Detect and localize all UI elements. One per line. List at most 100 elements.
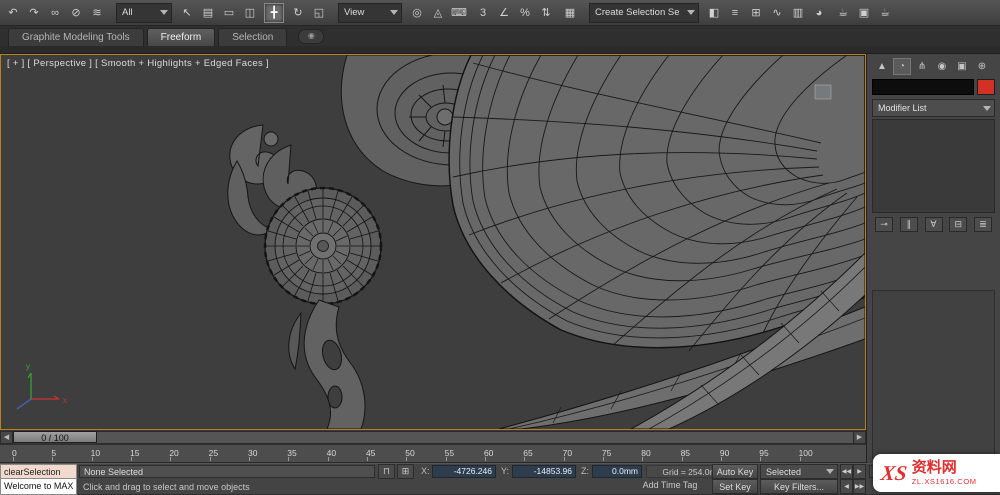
snap-toggle-3d-icon[interactable]: 3 (473, 3, 493, 23)
ribbon-minimize-icon[interactable]: ◉ (298, 29, 324, 44)
maxscript-listener-line[interactable]: Welcome to MAX (0, 479, 77, 495)
configure-modifier-sets-button[interactable]: ≣ (974, 217, 992, 232)
undo-icon[interactable]: ↶ (3, 3, 23, 23)
modifier-stack-list[interactable] (872, 119, 995, 213)
frame-tick: 5 (51, 445, 90, 462)
mirror-icon[interactable]: ◧ (704, 3, 724, 23)
window-crossing-toggle-icon[interactable]: ◫ (240, 3, 260, 23)
select-object-icon[interactable]: ↖ (177, 3, 197, 23)
pin-stack-button[interactable]: ⊸ (875, 217, 893, 232)
frame-tick: 70 (563, 445, 602, 462)
make-unique-button[interactable]: ∀ (925, 217, 943, 232)
prompt-line: Click and drag to select and move object… (79, 480, 503, 494)
show-end-result-button[interactable]: ∥ (900, 217, 918, 232)
selection-lock-icon[interactable]: ⊓ (378, 464, 395, 479)
selected-dropdown[interactable]: Selected (760, 464, 838, 479)
frame-tick: 15 (130, 445, 169, 462)
select-and-manipulate-icon[interactable]: ◬ (428, 3, 448, 23)
material-editor-icon[interactable]: ◕ (809, 3, 829, 23)
frame-tick: 65 (523, 445, 562, 462)
edit-named-selection-sets-icon[interactable]: ▦ (560, 3, 580, 23)
go-to-end-button[interactable]: ▶▶ (853, 479, 866, 494)
watermark-url: ZL.XS1616.COM (912, 478, 977, 486)
chevron-down-icon (160, 10, 168, 15)
tab-freeform[interactable]: Freeform (147, 28, 216, 46)
named-selection-dropdown[interactable]: Create Selection Se (589, 3, 699, 23)
object-name-field[interactable] (872, 79, 974, 95)
chevron-down-icon (390, 10, 398, 15)
track-bar[interactable]: 0510152025303540455055606570758085909510… (0, 444, 866, 463)
schematic-view-icon[interactable]: ▥ (788, 3, 808, 23)
keyboard-shortcut-override-icon[interactable]: ⌨ (449, 3, 469, 23)
go-to-start-button[interactable]: ◀◀ (840, 464, 853, 479)
perspective-viewport[interactable]: x y [ + ] [ Perspective ] [ Smooth + Hig… (0, 54, 866, 430)
play-button[interactable]: ▶ (853, 464, 866, 479)
time-slider-handle[interactable]: 0 / 100 (13, 431, 97, 443)
toolbar-group-snaps: 3∠%⇅ (473, 3, 556, 23)
select-and-rotate-icon[interactable]: ↻ (288, 3, 308, 23)
bind-to-space-warp-icon[interactable]: ≋ (87, 3, 107, 23)
rectangular-selection-region-icon[interactable]: ▭ (219, 3, 239, 23)
rendered-frame-window-icon[interactable]: ▣ (854, 3, 874, 23)
layer-manager-icon[interactable]: ⊞ (746, 3, 766, 23)
auto-key-button[interactable]: Auto Key (712, 464, 758, 479)
previous-frame-arrow-icon[interactable]: ◀ (0, 431, 13, 444)
hierarchy-tab-icon[interactable]: ⋔ (913, 58, 931, 75)
ribbon-collapsed-strip (0, 46, 1000, 54)
previous-frame-button[interactable]: ◀ (840, 479, 853, 494)
tab-graphite-modeling-tools[interactable]: Graphite Modeling Tools (8, 28, 144, 46)
coord-system-value: View (344, 7, 364, 18)
select-by-name-icon[interactable]: ▤ (198, 3, 218, 23)
reference-coordinate-dropdown[interactable]: View (338, 3, 402, 23)
y-coordinate-field[interactable]: -14853.96 (512, 465, 576, 478)
command-panel-tabs: ▲◔⋔◉▣⊕ (867, 54, 1000, 77)
frame-tick: 90 (720, 445, 759, 462)
select-and-link-icon[interactable]: ∞ (45, 3, 65, 23)
time-slider-track[interactable] (97, 431, 853, 444)
curve-editor-icon[interactable]: ∿ (767, 3, 787, 23)
object-name-row (867, 77, 1000, 97)
absolute-mode-icon[interactable]: ⊞ (397, 464, 414, 479)
align-icon[interactable]: ≡ (725, 3, 745, 23)
selection-marker (815, 85, 831, 99)
frame-tick: 30 (248, 445, 287, 462)
motion-tab-icon[interactable]: ◉ (933, 58, 951, 75)
remove-modifier-button[interactable]: ⊟ (949, 217, 967, 232)
toolbar-group-select: ↖▤▭◫ (177, 3, 260, 23)
set-key-button[interactable]: Set Key (712, 479, 758, 494)
angle-snap-icon[interactable]: ∠ (494, 3, 514, 23)
frame-tick: 45 (366, 445, 405, 462)
frame-tick: 85 (681, 445, 720, 462)
object-color-swatch[interactable] (977, 79, 995, 95)
create-tab-icon[interactable]: ▲ (873, 58, 891, 75)
frame-tick: 95 (759, 445, 798, 462)
modifier-list-dropdown[interactable]: Modifier List (872, 99, 995, 117)
tab-selection[interactable]: Selection (218, 28, 287, 46)
render-production-icon[interactable]: ☕ (875, 3, 895, 23)
select-and-move-icon[interactable]: ╋ (264, 3, 284, 23)
watermark-logo: XS (880, 463, 909, 484)
toolbar-group-sets: ▦ (560, 3, 580, 23)
redo-icon[interactable]: ↷ (24, 3, 44, 23)
x-coordinate-field[interactable]: -4726.246 (432, 465, 496, 478)
modify-tab-icon[interactable]: ◔ (893, 58, 911, 75)
select-and-scale-icon[interactable]: ◱ (309, 3, 329, 23)
selection-filter-dropdown[interactable]: All (116, 3, 172, 23)
frame-tick: 25 (209, 445, 248, 462)
use-pivot-center-icon[interactable]: ◎ (407, 3, 427, 23)
unlink-selection-icon[interactable]: ⊘ (66, 3, 86, 23)
next-frame-arrow-icon[interactable]: ▶ (853, 431, 866, 444)
key-filters-button[interactable]: Key Filters... (760, 479, 838, 494)
z-coordinate-field[interactable]: 0.0mm (592, 465, 642, 478)
viewport-canvas: x y (1, 55, 865, 429)
render-setup-icon[interactable]: ☕ (833, 3, 853, 23)
toolbar-group-history: ↶↷∞⊘≋ (3, 3, 107, 23)
display-tab-icon[interactable]: ▣ (953, 58, 971, 75)
frame-tick: 55 (445, 445, 484, 462)
utilities-tab-icon[interactable]: ⊕ (973, 58, 991, 75)
percent-snap-icon[interactable]: % (515, 3, 535, 23)
maxscript-macro-line[interactable]: clearSelection (0, 464, 77, 479)
frame-tick: 75 (602, 445, 641, 462)
spinner-snap-icon[interactable]: ⇅ (536, 3, 556, 23)
viewport-label[interactable]: [ + ] [ Perspective ] [ Smooth + Highlig… (7, 58, 269, 69)
